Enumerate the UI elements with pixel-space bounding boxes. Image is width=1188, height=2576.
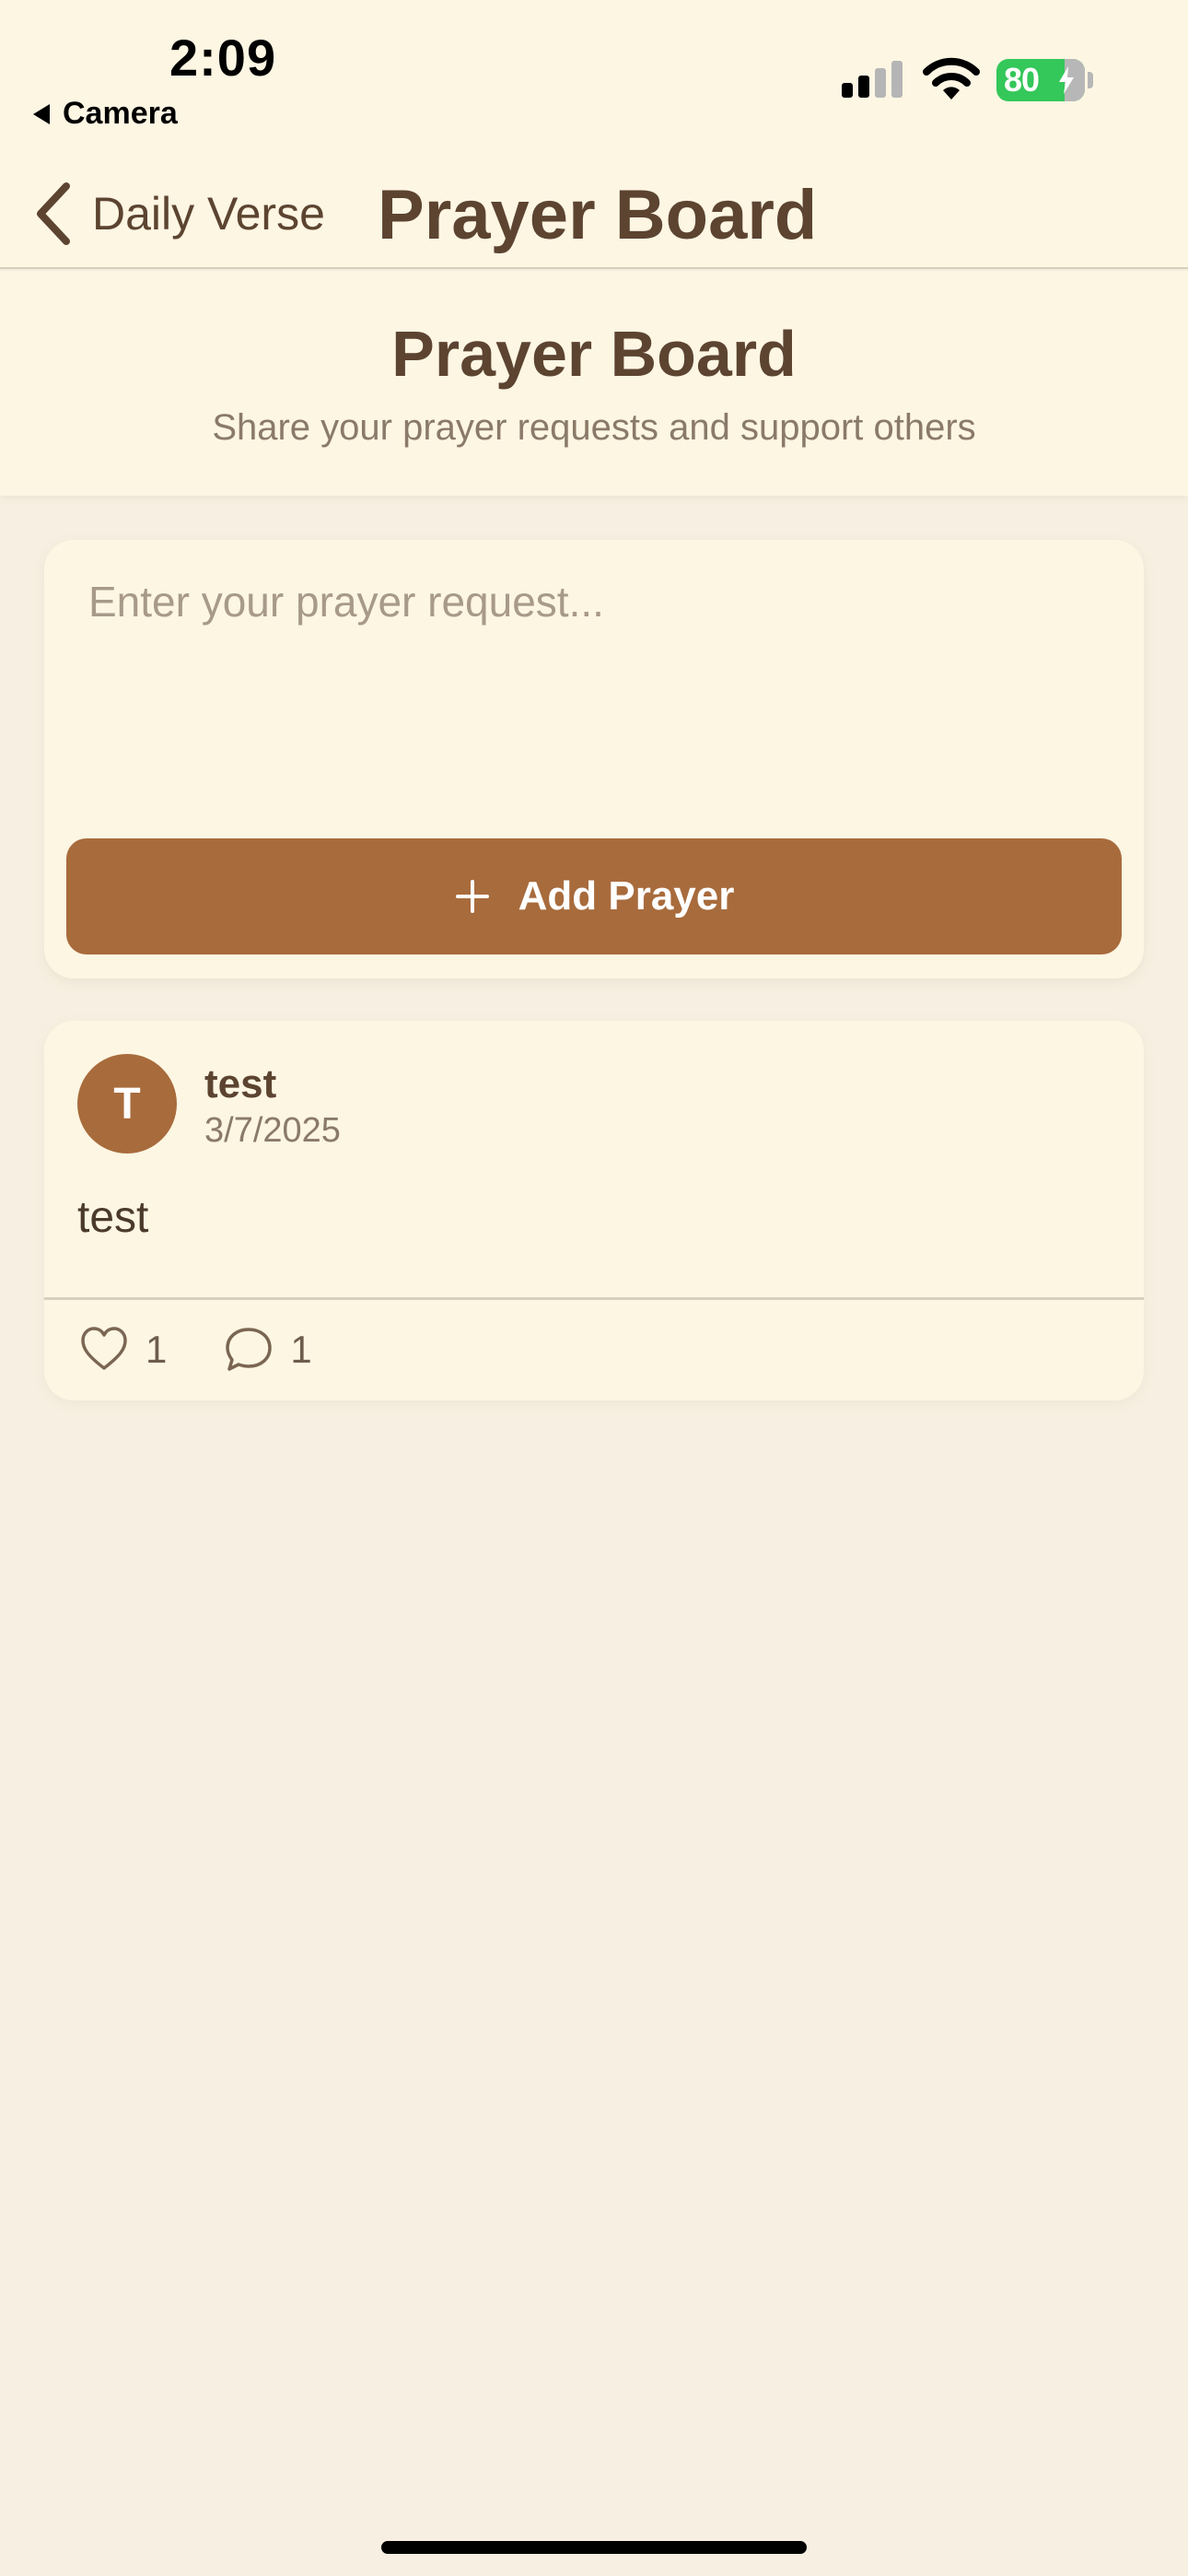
like-button[interactable]: 1 [79,1325,167,1375]
card-divider [44,1297,1144,1300]
avatar: T [77,1054,177,1153]
cellular-signal-icon [842,61,903,98]
battery-nub [1088,72,1093,88]
home-indicator[interactable] [381,2541,807,2554]
page-header: Prayer Board Share your prayer requests … [0,271,1188,496]
prayer-request-input[interactable] [88,577,1101,798]
status-back-label: Camera [63,96,178,131]
chevron-left-icon [37,182,70,245]
add-prayer-button[interactable]: Add Prayer [66,838,1122,954]
prayer-actions: 1 1 [79,1325,312,1375]
prayer-date: 3/7/2025 [204,1111,341,1150]
like-count: 1 [146,1328,168,1371]
battery-percent: 80 [1004,61,1040,99]
plus-icon [455,880,489,913]
top-bar: 2:09 Camera 80 Daily Verse Prayer Board [0,0,1188,269]
heart-outline-icon [81,1327,127,1370]
prayer-author: test [204,1061,277,1107]
prayer-board-screen: 2:09 Camera 80 Daily Verse Prayer Board … [0,0,1188,2576]
prayer-text: test [77,1193,149,1242]
nav-back-label: Daily Verse [92,188,325,240]
add-prayer-label: Add Prayer [518,873,735,919]
wifi-icon [923,57,980,100]
prayer-composer-card: Add Prayer [44,540,1144,978]
status-back-to-app[interactable]: Camera [33,96,178,132]
nav-title: Prayer Board [378,176,818,254]
comment-count: 1 [290,1328,312,1371]
nav-back-button[interactable]: Daily Verse [33,181,325,247]
battery-indicator: 80 [996,59,1085,101]
status-time: 2:09 [169,29,277,87]
page-subtitle: Share your prayer requests and support o… [212,407,976,448]
page-title: Prayer Board [391,318,797,390]
charging-bolt-icon [1059,66,1074,94]
comment-button[interactable]: 1 [224,1325,312,1375]
prayer-card[interactable]: T test 3/7/2025 test 1 1 [44,1021,1144,1400]
speech-bubble-icon [226,1328,273,1371]
back-triangle-icon [33,103,50,124]
